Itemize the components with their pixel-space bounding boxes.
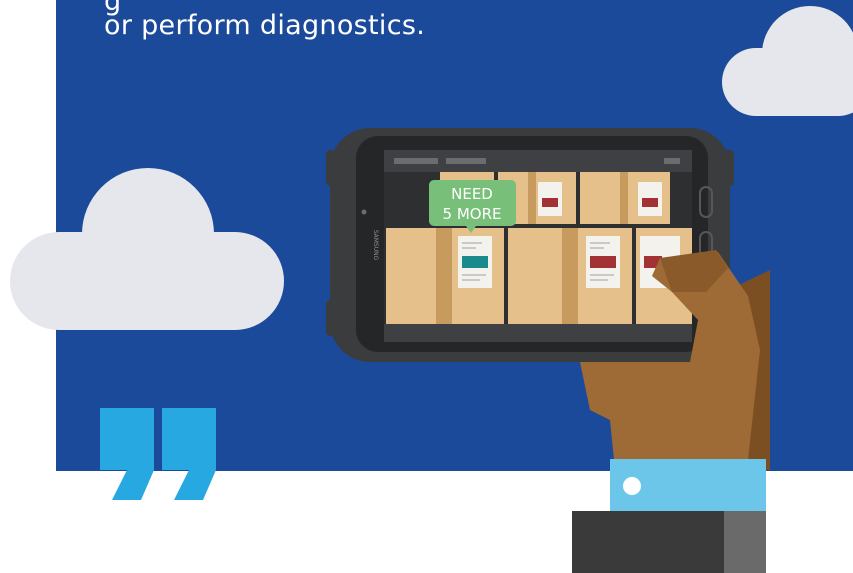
need-more-callout: NEED 5 MORE (429, 180, 516, 233)
jacket-sleeve (572, 511, 724, 573)
callout-line-1: NEED (451, 185, 493, 203)
cloud-icon (722, 6, 853, 116)
cuff-button-icon (623, 477, 641, 495)
callout-line-2: 5 MORE (443, 205, 502, 223)
quote-mark-icon (100, 408, 216, 500)
brand-label: SAMSUNG (372, 230, 379, 261)
tablet-device: SAMSUNG NEED 5 MORE (326, 128, 734, 362)
illustration: SAMSUNG NEED 5 MORE (10, 6, 853, 573)
cloud-icon (10, 168, 284, 330)
camera-dot (361, 209, 367, 215)
